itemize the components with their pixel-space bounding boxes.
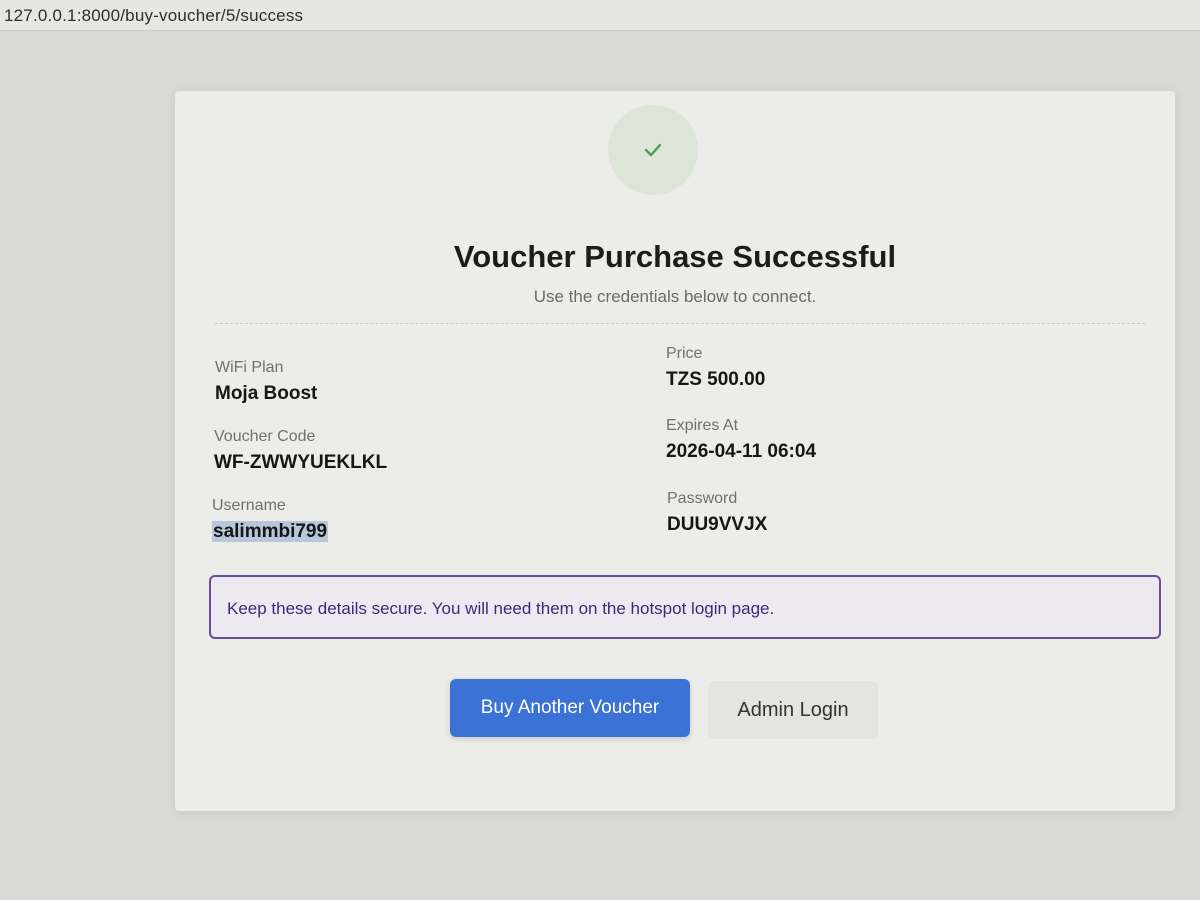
admin-login-button[interactable]: Admin Login [708,681,878,739]
check-icon [644,143,662,157]
plan-value: Moja Boost [215,383,318,404]
page-background: Voucher Purchase Successful Use the cred… [0,31,1200,900]
browser-address-bar[interactable]: 127.0.0.1:8000/buy-voucher/5/success [0,0,1200,31]
security-notice-text: Keep these details secure. You will need… [227,599,775,618]
success-badge [608,105,698,195]
voucher-code-value[interactable]: WF-ZWWYUEKLKL [214,452,387,474]
voucher-code-label: Voucher Code [214,428,316,445]
security-notice: Keep these details secure. You will need… [209,575,1161,639]
password-field: Password DUU9VVJX [667,490,767,536]
voucher-code-field: Voucher Code WF-ZWWYUEKLKL [214,428,387,474]
page-title: Voucher Purchase Successful [453,239,897,274]
buy-another-voucher-button[interactable]: Buy Another Voucher [450,679,690,737]
url-text[interactable]: 127.0.0.1:8000/buy-voucher/5/success [4,6,303,26]
plan-field: WiFi Plan Moja Boost [215,359,317,405]
expires-label: Expires At [666,417,739,434]
success-card: Voucher Purchase Successful Use the cred… [175,91,1175,811]
username-field: Username salimmbi799 [212,497,329,543]
expires-field: Expires At 2026-04-11 06:04 [666,417,816,463]
password-label: Password [667,490,738,507]
plan-label: WiFi Plan [215,359,284,376]
password-value[interactable]: DUU9VVJX [667,514,767,536]
price-field: Price TZS 500.00 [666,345,765,391]
price-value: TZS 500.00 [666,369,766,390]
expires-value: 2026-04-11 06:04 [666,441,817,462]
username-value[interactable]: salimmbi799 [212,521,329,542]
username-label: Username [212,497,286,514]
page-subtitle: Use the credentials below to connect. [533,287,817,306]
divider [215,323,1145,324]
price-label: Price [666,345,703,362]
